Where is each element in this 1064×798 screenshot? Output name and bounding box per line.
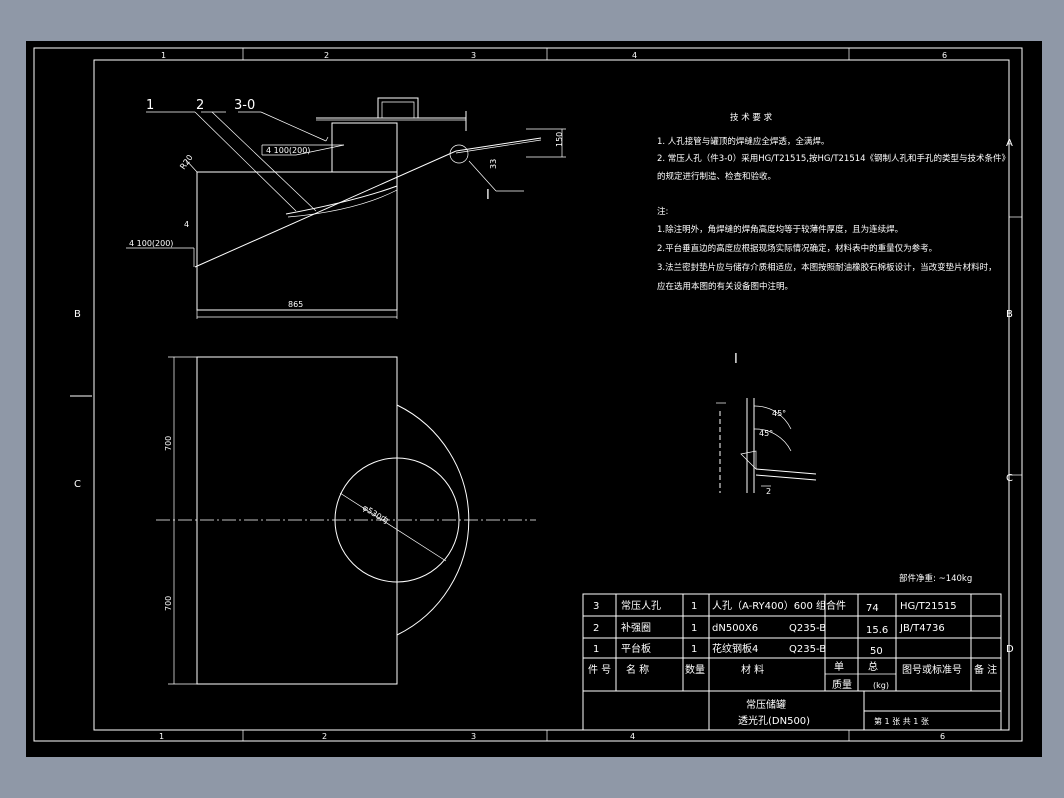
zone-col-4: 4 [632, 51, 637, 60]
zone-row-c-right: C [1006, 473, 1013, 484]
tech-req-line-1: 1. 人孔接管与罐顶的焊缝应全焊透，全满焊。 [657, 136, 829, 147]
bom-header-name: 名 称 [626, 663, 649, 676]
bom-header-qty: 数量 [685, 663, 705, 676]
dim-height-150: 150 [555, 132, 564, 147]
dim-radius: R20 [178, 153, 194, 171]
dim-width-865: 865 [288, 300, 303, 309]
zone-col-3-bottom: 3 [471, 732, 476, 741]
leader-label-1: 1 [146, 98, 154, 113]
bom-row-2-spec: Q235-B [789, 623, 826, 634]
bom-row-2-qty: 1 [691, 623, 697, 634]
bom-row-2-material: dN500X6 [712, 623, 758, 634]
zone-ticks [242, 48, 1022, 741]
bom-row-3-name: 平台板 [621, 642, 651, 655]
zone-row-d-right: D [1006, 644, 1014, 655]
zone-col-2: 2 [324, 51, 329, 60]
zone-row-a-right: A [1006, 138, 1013, 149]
weld-symbol-top: 4 100(200) [266, 146, 310, 155]
tech-req-line-3: 的规定进行制造、检查和验收。 [657, 171, 776, 182]
tech-req-line-2: 2. 常压人孔（件3-0）采用HG/T21515,按HG/T21514《钢制人孔… [657, 153, 1010, 164]
plate-thickness: 4 [184, 220, 189, 229]
bom-header-kg: (kg) [873, 681, 889, 690]
bom-header-unit: 单 [834, 661, 844, 673]
bom-row-3-spec: Q235-B [789, 644, 826, 655]
dim-diameter: φ530内 [361, 502, 391, 526]
detail-I [716, 398, 817, 493]
outer-frame [33, 47, 1023, 742]
zone-col-2-bottom: 2 [322, 732, 327, 741]
bom-row-3-material: 花纹钢板4 [712, 642, 758, 655]
bom-row-1-weight: 74 [866, 603, 879, 614]
zone-col-6-bottom: 6 [940, 732, 945, 741]
leader-label-2: 2 [196, 98, 204, 113]
cad-drawing: 1 2 3 4 6 1 2 3 4 6 B C A B C D 1 2 3-0 … [33, 47, 1023, 742]
bom-header-mass: 质量 [832, 679, 852, 691]
leader-label-3-0: 3-0 [234, 98, 255, 113]
title-line-1: 常压储罐 [746, 698, 786, 711]
bom-row-1-name: 常压人孔 [621, 599, 661, 612]
zone-row-c-left: C [74, 479, 81, 490]
bom-header-total: 总 [868, 660, 878, 673]
bom-row-2-standard: JB/T4736 [899, 623, 945, 634]
detail-title-I: I [734, 352, 738, 367]
net-weight-note: 部件净重: ~140kg [899, 573, 972, 584]
bom-row-3-qty: 1 [691, 644, 697, 655]
plan-view [156, 356, 536, 685]
bom-row-3-no: 1 [593, 644, 599, 655]
title-line-2: 透光孔(DN500) [738, 714, 810, 727]
zone-row-b-left: B [74, 309, 81, 320]
sheet-number: 第 1 张 共 1 张 [874, 716, 929, 726]
zone-col-6: 6 [942, 51, 947, 60]
bom-header-no: 件 号 [588, 664, 611, 676]
zone-col-3: 3 [471, 51, 476, 60]
front-view [126, 97, 566, 319]
dim-top-700: 700 [164, 436, 173, 451]
bom-row-1-standard: HG/T21515 [900, 601, 957, 612]
dim-side-33: 33 [489, 159, 498, 169]
zone-row-b-right: B [1006, 309, 1013, 320]
bom-row-1-material: 人孔（A-RY400）600 组合件 [712, 599, 846, 612]
detail-ref-I: I [486, 188, 490, 203]
note-1: 1.除注明外，角焊缝的焊角高度均等于较薄件厚度，且为连续焊。 [657, 224, 903, 235]
bom-row-1-no: 3 [593, 601, 599, 612]
note-4: 应在选用本图的有关设备图中注明。 [657, 281, 793, 292]
tech-req-title: 技 术 要 求 [730, 112, 773, 123]
bom-header-standard: 图号或标准号 [902, 664, 962, 676]
bom-table [582, 593, 1002, 731]
weld-symbol-bottom: 4 100(200) [129, 239, 173, 248]
note-2: 2.平台垂直边的高度应根据现场实际情况确定，材料表中的重量仅为参考。 [657, 243, 937, 254]
bom-row-2-name: 补强圈 [621, 621, 651, 634]
bom-row-3-weight: 50 [870, 646, 883, 657]
bom-row-2-weight: 15.6 [866, 625, 888, 636]
zone-col-1-bottom: 1 [159, 732, 164, 741]
notes-title: 注: [657, 206, 668, 217]
detail-angle-1: 45° [772, 409, 786, 418]
bom-header-remark: 备 注 [974, 663, 997, 676]
zone-col-1: 1 [161, 51, 166, 60]
detail-gap: 2 [766, 487, 771, 496]
bom-row-1-qty: 1 [691, 601, 697, 612]
drawing-sheet: 1 2 3 4 6 1 2 3 4 6 B C A B C D 1 2 3-0 … [26, 41, 1042, 757]
note-3: 3.法兰密封垫片应与储存介质相适应，本图按照耐油橡胶石棉板设计，当改变垫片材料时… [657, 262, 997, 273]
dim-bottom-700: 700 [164, 596, 173, 611]
detail-angle-2: 45° [759, 429, 773, 438]
zone-col-4-bottom: 4 [630, 732, 635, 741]
bom-row-2-no: 2 [593, 623, 599, 634]
bom-header-material: 材 料 [741, 663, 764, 676]
